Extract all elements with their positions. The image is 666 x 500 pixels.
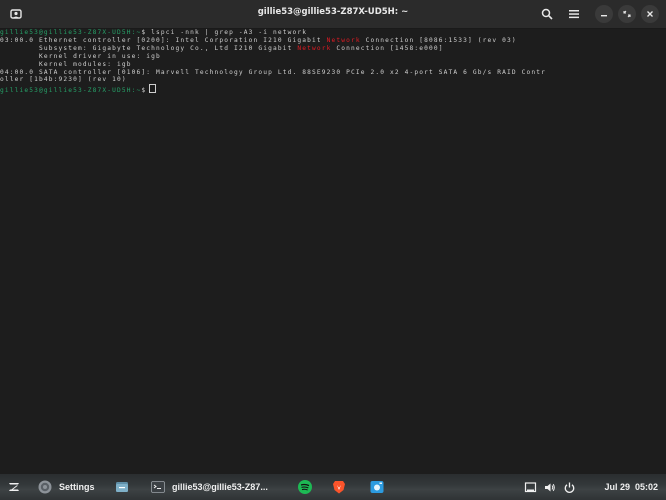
terminal-window-label: gillie53@gillie53-Z87... [172,482,268,492]
terminal-output[interactable]: gillie53@gillie53-Z87X-UD5H:~$ lspci -nn… [0,29,666,95]
title-bar[interactable]: gillie53@gillie53-Z87X-UD5H: ~ [0,0,666,29]
output-text: 03:00.0 Ethernet controller [0200]: Inte… [0,36,327,44]
command-text: $ [141,87,147,95]
terminal-window: gillie53@gillie53-Z87X-UD5H: ~ gillie53@… [0,0,666,474]
restore-icon[interactable] [618,5,636,23]
terminal-line: oller [1b4b:9230] (rev 10) [0,76,127,84]
terminal-taskbar-item[interactable]: gillie53@gillie53-Z87... [150,474,268,500]
spotify-icon[interactable] [297,474,313,500]
settings-taskbar-item[interactable]: Settings [37,474,95,500]
terminal-line: Kernel modules: igb [0,60,132,68]
terminal-line: Kernel driver in use: igb [0,52,161,60]
terminal-line: gillie53@gillie53-Z87X-UD5H:~$ lspci -nn… [0,29,666,37]
clock-date: Jul 29 [604,482,630,492]
settings-label: Settings [59,482,95,492]
power-icon[interactable] [563,474,576,500]
file-manager-icon[interactable] [114,474,130,500]
search-icon[interactable] [537,4,557,24]
text-cursor [149,84,157,94]
command-text: $ lspci -nnk | grep -A3 -i network [141,29,308,36]
shell-prompt: gillie53@gillie53-Z87X-UD5H:~ [0,29,142,36]
battery-icon[interactable] [524,474,537,500]
close-icon[interactable] [641,5,659,23]
terminal-icon [151,481,165,493]
clock-time: 05:02 [634,482,658,492]
output-text: Subsystem: Gigabyte Technology Co., Ltd … [0,44,298,52]
taskbar: Settings gillie53@gillie53-Z87... Jul 29… [0,474,666,500]
volume-icon[interactable] [543,474,556,500]
hamburger-menu-icon[interactable] [564,4,584,24]
match-highlight: Network [326,36,361,44]
output-text: Connection [8086:1533] (rev 03) [360,36,517,44]
shell-prompt: gillie53@gillie53-Z87X-UD5H:~ [0,87,142,95]
terminal-line: gillie53@gillie53-Z87X-UD5H:~$ [0,84,666,95]
minimize-icon[interactable] [595,5,613,23]
match-highlight: Network [297,44,332,52]
brave-browser-icon[interactable] [331,474,347,500]
output-text: Connection [1458:e000] [331,44,444,52]
camera-icon[interactable] [369,474,385,500]
terminal-line: Subsystem: Gigabyte Technology Co., Ltd … [0,45,666,53]
terminal-line: 04:00.0 SATA controller [0106]: Marvell … [0,68,547,76]
gear-icon [38,480,52,494]
clock[interactable]: Jul 29 05:02 [604,482,658,492]
terminal-line: 03:00.0 Ethernet controller [0200]: Inte… [0,37,666,45]
zorin-logo-icon[interactable] [6,474,22,500]
